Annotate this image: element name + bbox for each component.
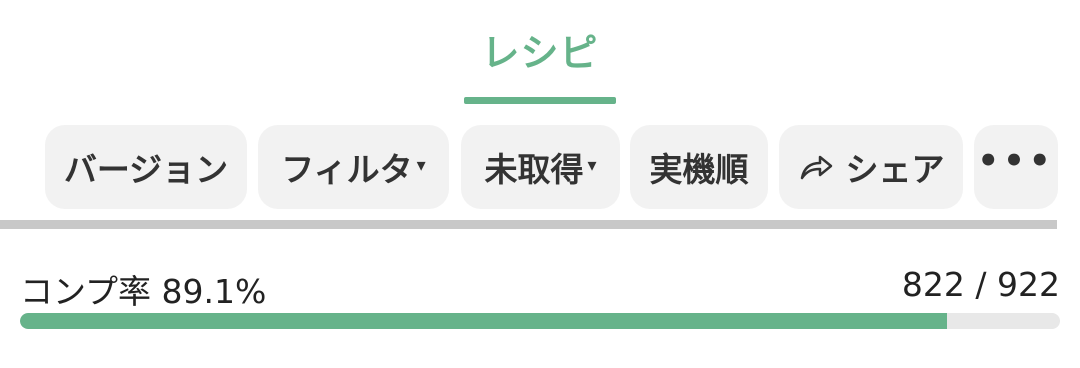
sort-button-label: 実機順 bbox=[649, 150, 749, 189]
version-button-label: バージョン bbox=[63, 150, 229, 189]
completion-count: 822 / 922 bbox=[901, 265, 1060, 304]
more-dots-icon: ••• bbox=[977, 141, 1055, 181]
share-arrow-icon bbox=[800, 155, 832, 180]
tab-active-indicator bbox=[464, 97, 616, 104]
completion-progress-bar bbox=[20, 313, 1060, 329]
toolbar: バージョン フィルタ ▾ 未取得 ▾ 実機順 シェア ••• bbox=[0, 125, 1080, 211]
filter-dropdown-label: フィルタ bbox=[281, 150, 413, 189]
share-button-label: シェア bbox=[845, 150, 945, 189]
more-button[interactable]: ••• bbox=[974, 125, 1058, 209]
unobtained-dropdown[interactable]: 未取得 ▾ bbox=[461, 125, 620, 209]
completion-rate-label: コンプ率 89.1% bbox=[20, 272, 267, 311]
filter-dropdown[interactable]: フィルタ ▾ bbox=[258, 125, 449, 209]
section-divider bbox=[0, 220, 1057, 229]
share-button[interactable]: シェア bbox=[779, 125, 963, 209]
version-button[interactable]: バージョン bbox=[45, 125, 247, 209]
unobtained-dropdown-label: 未取得 bbox=[484, 150, 584, 189]
sort-button[interactable]: 実機順 bbox=[630, 125, 768, 209]
tab-recipes[interactable]: レシピ bbox=[464, 22, 616, 77]
completion-progress-fill bbox=[20, 313, 947, 329]
caret-down-icon: ▾ bbox=[416, 154, 426, 176]
caret-down-icon: ▾ bbox=[587, 154, 597, 176]
